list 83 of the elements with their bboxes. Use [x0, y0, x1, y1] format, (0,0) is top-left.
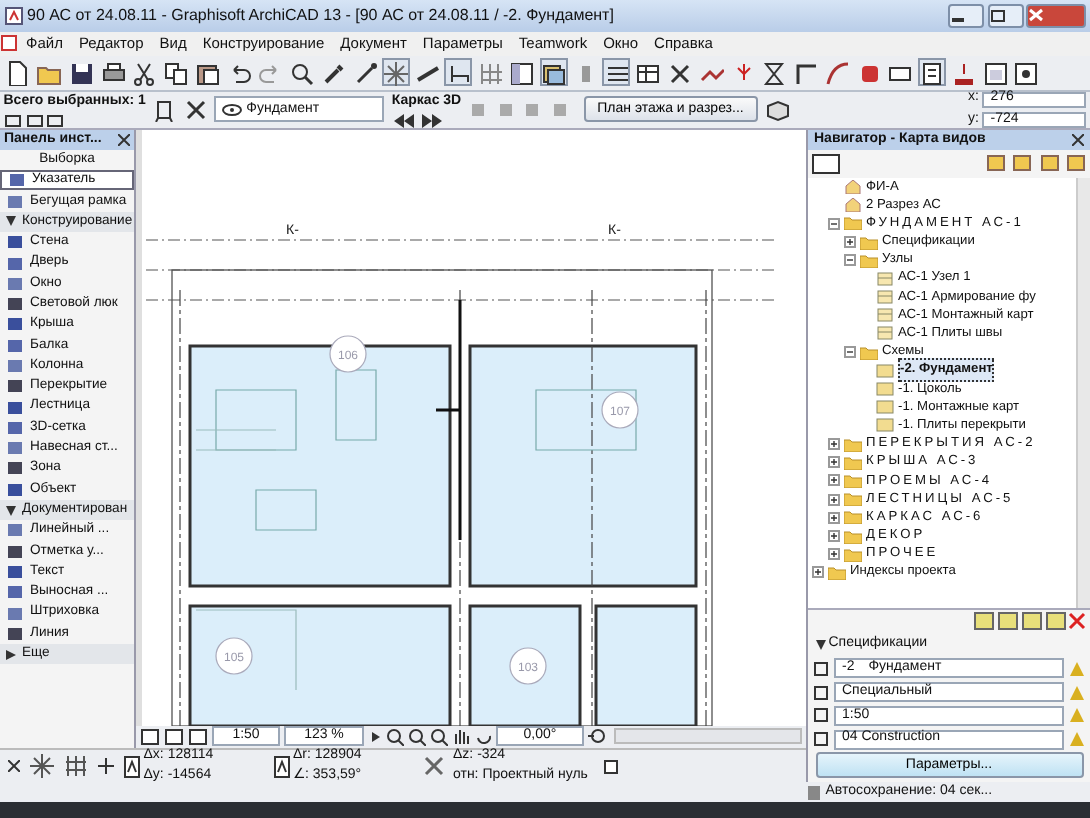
- print-icon: [99, 59, 125, 86]
- minimize-button[interactable]: [947, 3, 984, 28]
- save-icon: [67, 59, 94, 86]
- zoom-in-icon[interactable]: [588, 727, 606, 746]
- eye-icon: [222, 103, 243, 116]
- syringe-icon: [351, 59, 377, 86]
- snap-star-button[interactable]: [381, 58, 410, 87]
- panel-icon: [1012, 59, 1039, 86]
- cross-icon: [666, 59, 692, 86]
- expand-icon[interactable]: [828, 456, 840, 469]
- print-button[interactable]: [98, 58, 126, 87]
- cut-button[interactable]: [129, 58, 158, 87]
- layers-icon: [540, 59, 566, 86]
- save-button[interactable]: [66, 58, 95, 87]
- copy-button[interactable]: [161, 58, 189, 87]
- clipboard-button[interactable]: [917, 58, 945, 87]
- eyedropper-icon: [319, 59, 346, 86]
- object-icon[interactable]: [152, 97, 177, 122]
- close-icon[interactable]: [1072, 133, 1084, 146]
- map-icon[interactable]: [811, 153, 840, 174]
- curve-button[interactable]: [822, 58, 851, 87]
- close-icon[interactable]: [118, 133, 130, 146]
- expand-icon[interactable]: [828, 511, 840, 524]
- horizontal-scrollbar[interactable]: [613, 728, 802, 745]
- layers-button[interactable]: [539, 58, 567, 87]
- plus-icon[interactable]: [98, 758, 114, 775]
- collapsed-triangle-icon: [6, 649, 16, 660]
- expand-icon[interactable]: [828, 438, 840, 451]
- zoom-out-icon[interactable]: [408, 727, 426, 746]
- paste-icon: [193, 59, 220, 86]
- cross-icon[interactable]: [423, 756, 443, 777]
- stamp-icon: [949, 59, 976, 86]
- maximize-icon: [989, 9, 1005, 22]
- expanded-triangle-icon: [815, 639, 825, 650]
- expand-icon[interactable]: [844, 236, 856, 249]
- lock-letter-icon[interactable]: [273, 755, 290, 778]
- expanded-triangle-icon: [6, 216, 16, 227]
- expanded-triangle-icon: [6, 505, 16, 516]
- maximize-button[interactable]: [987, 3, 1023, 28]
- snap-star-icon[interactable]: [30, 754, 54, 779]
- collapse-icon[interactable]: [844, 254, 856, 267]
- collapse-icon[interactable]: [844, 346, 856, 359]
- redo-icon: [256, 59, 283, 86]
- table-icon: [634, 59, 661, 86]
- new-file-button[interactable]: [3, 58, 32, 87]
- window-title: 90 АС от 24.08.11 - Graphisoft ArchiCAD 13 - [90 АС от 24.08.11 / -2. Фундамент]: [27, 3, 616, 28]
- document-icon: [876, 326, 894, 341]
- hourglass-button[interactable]: [759, 58, 788, 87]
- cross-icon[interactable]: [8, 760, 20, 773]
- cut-icon: [130, 59, 157, 86]
- copy-icon: [162, 59, 188, 86]
- cross-icon[interactable]: [183, 97, 208, 122]
- collapse-icon[interactable]: [828, 217, 840, 230]
- expand-icon[interactable]: [828, 474, 840, 487]
- layout-button[interactable]: [507, 58, 536, 87]
- document-icon: [0, 34, 18, 53]
- layout-alt-icon[interactable]: [164, 727, 184, 746]
- hourglass-icon: [760, 59, 787, 86]
- stack-button[interactable]: [602, 58, 630, 87]
- expand-icon[interactable]: [812, 566, 824, 579]
- delete-icon[interactable]: [1068, 612, 1087, 631]
- lock-letter-icon[interactable]: [124, 755, 140, 778]
- zoom-in-icon[interactable]: [386, 727, 404, 746]
- grid-icon: [477, 59, 503, 86]
- document-icon: [876, 308, 894, 323]
- layout-icon: [508, 59, 535, 86]
- panel-button[interactable]: [1011, 58, 1040, 87]
- document-icon: [876, 290, 894, 305]
- snap-star-icon: [382, 59, 409, 86]
- close-button[interactable]: [1026, 3, 1087, 28]
- corner-icon: [792, 59, 818, 86]
- layout-icon[interactable]: [140, 727, 160, 746]
- document-icon: [876, 271, 894, 286]
- close-icon: [1028, 8, 1045, 23]
- grid-icon[interactable]: [64, 754, 88, 779]
- expand-icon[interactable]: [828, 493, 840, 506]
- app-icon: [3, 5, 24, 26]
- expand-icon[interactable]: [828, 548, 840, 561]
- clipboard-icon: [918, 59, 944, 86]
- expand-icon[interactable]: [828, 530, 840, 543]
- curve-icon: [823, 59, 850, 86]
- vertical-scrollbar[interactable]: [1076, 177, 1090, 608]
- box-icon: [764, 97, 793, 122]
